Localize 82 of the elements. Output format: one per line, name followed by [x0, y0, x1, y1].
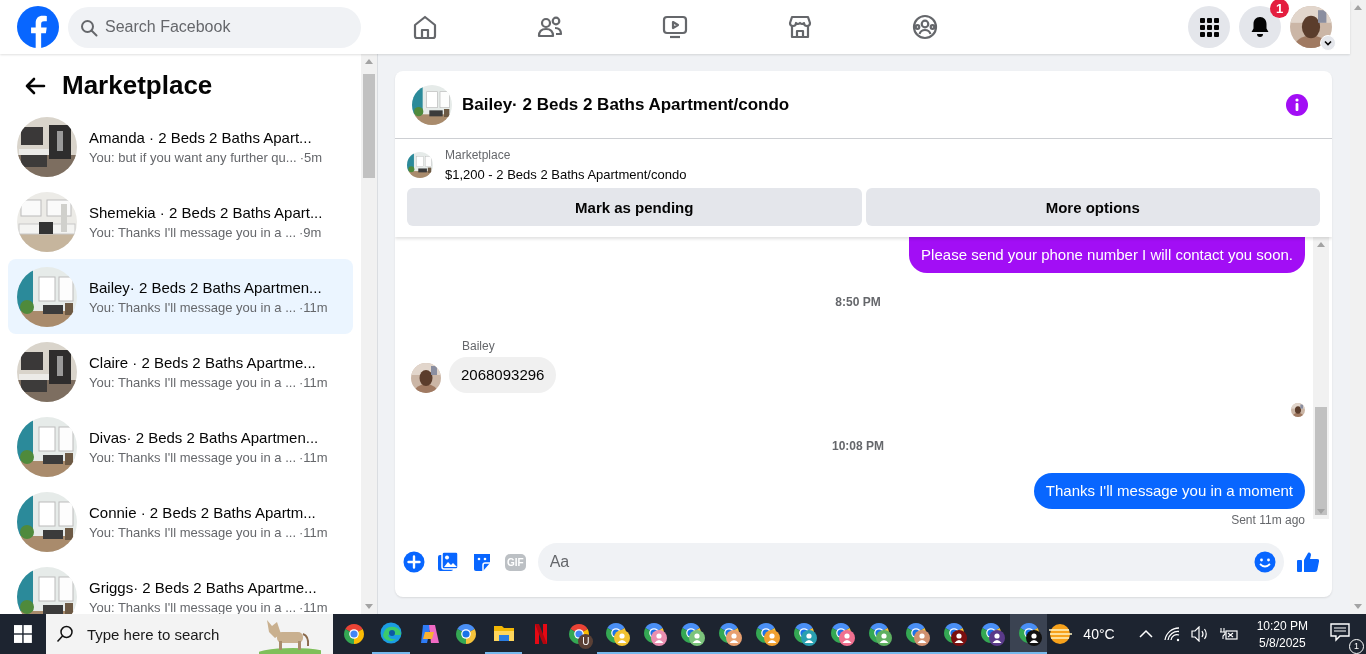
conversation-item[interactable]: Connie · 2 Beds 2 Baths Apartm... You: Thanks I'll message you in a ... ·11m [8, 484, 353, 559]
clock-time: 10:20 PM [1256, 618, 1308, 633]
conversation-title: Griggs· 2 Beds 2 Baths Apartme... [89, 578, 318, 596]
groups-icon [910, 13, 939, 41]
conversation-title: Amanda · 2 Beds 2 Baths Apart... [89, 128, 313, 146]
thumbs-up-icon[interactable] [1296, 550, 1320, 574]
message-preview: You: Thanks I'll message you in a ... [89, 524, 296, 540]
sender-name: Bailey [462, 339, 496, 353]
taskbar-app[interactable] [1009, 614, 1048, 654]
message-time: ·11m [299, 599, 328, 614]
conversation-title: Divas· 2 Beds 2 Baths Apartmen... [89, 428, 320, 446]
scrollbar[interactable] [1313, 237, 1329, 519]
sticker-icon[interactable] [471, 551, 493, 573]
bell-icon [1250, 16, 1270, 38]
chevron-up-icon[interactable] [1138, 629, 1153, 639]
listing-source: Marketplace [445, 148, 512, 162]
conversation-title: Bailey· 2 Beds 2 Baths Apartmen... [89, 278, 323, 296]
conversation-item[interactable]: Divas· 2 Beds 2 Baths Apartmen... You: Thanks I'll message you in a ... ·11m [8, 409, 353, 484]
message-time: ·11m [299, 299, 328, 315]
message-preview: You: Thanks I'll message you in a ... [89, 374, 296, 390]
notifications-icon[interactable] [1330, 622, 1350, 642]
message-time: ·11m [299, 374, 328, 390]
message-input[interactable]: Aa [537, 543, 1284, 581]
notifications-button[interactable] [1239, 6, 1281, 48]
conversation-title: Claire · 2 Beds 2 Baths Apartme... [89, 353, 317, 371]
windows-start-icon[interactable] [14, 625, 32, 643]
chrome-icon [341, 622, 366, 646]
clock-date: 5/8/2025 [1258, 635, 1306, 650]
delivery-status: Sent 11m ago [1230, 513, 1305, 527]
back-arrow-icon[interactable] [24, 75, 46, 96]
notification-count: 1 [1349, 639, 1364, 654]
grid-menu-icon [1199, 17, 1219, 37]
timestamp: 10:08 PM [831, 439, 885, 453]
menu-button[interactable] [1188, 6, 1230, 48]
wifi-icon[interactable] [1162, 626, 1181, 642]
weather-icon[interactable] [1047, 622, 1074, 646]
edge-icon [379, 621, 404, 645]
received-message: 2068093296 [449, 357, 557, 393]
timestamp: 8:50 PM [834, 295, 882, 309]
action-button[interactable]: More options [865, 188, 1320, 226]
search-icon [80, 18, 98, 37]
search-icon [55, 625, 74, 643]
sent-message: Thanks I'll message you in a moment [1033, 473, 1305, 509]
battery-icon[interactable] [1218, 626, 1239, 642]
taskbar-search-field[interactable]: Type here to search [45, 614, 333, 654]
action-button[interactable]: Mark as pending [407, 188, 862, 226]
profile-badge: U [578, 634, 594, 649]
message-time: ·5m [299, 149, 323, 165]
message-preview: You: but if you want any further qu... [89, 149, 297, 165]
conversation-title: Shemekia · 2 Beds 2 Baths Apart... [89, 203, 323, 221]
message-preview: You: Thanks I'll message you in a ... [89, 599, 296, 614]
emoji-icon[interactable] [1254, 551, 1276, 573]
volume-icon[interactable] [1190, 626, 1209, 642]
scrollbar[interactable] [361, 54, 377, 614]
photo-icon[interactable] [437, 551, 459, 573]
notification-badge: 1 [1270, 0, 1289, 18]
video-icon [660, 13, 689, 41]
search-field[interactable]: Search Facebook [68, 6, 361, 48]
message-preview: You: Thanks I'll message you in a ... [89, 299, 296, 315]
message-time: ·11m [299, 449, 328, 465]
chrome-icon [454, 622, 479, 646]
donkey-drawing [258, 618, 321, 654]
chat-title: Bailey· 2 Beds 2 Baths Apartment/condo [462, 94, 791, 115]
message-preview: You: Thanks I'll message you in a ... [89, 224, 296, 240]
facebook-logo[interactable] [17, 6, 59, 48]
panel-title: Marketplace [62, 70, 213, 101]
message-time: ·11m [299, 524, 328, 540]
conversation-item[interactable]: Amanda · 2 Beds 2 Baths Apart... You: but if you want any further qu... ·5m [8, 109, 353, 184]
message-time: ·9m [299, 224, 322, 240]
listing-summary: $1,200 - 2 Beds 2 Baths Apartment/condo [445, 167, 687, 182]
sent-message: Please send your phone number I will contact you soon. [909, 237, 1305, 273]
conversation-title: Connie · 2 Beds 2 Baths Apartm... [89, 503, 317, 521]
scrollbar[interactable] [1350, 0, 1366, 614]
caret-icon[interactable] [1320, 35, 1336, 51]
taskbar-app[interactable]: U [559, 614, 598, 654]
conversation-item[interactable]: Shemekia · 2 Beds 2 Baths Apart... You: Thanks I'll message you in a ... ·9m [8, 184, 353, 259]
conversation-item[interactable]: Claire · 2 Beds 2 Baths Apartme... You: Thanks I'll message you in a ... ·11m [8, 334, 353, 409]
temperature-text: 40°C [1083, 626, 1115, 642]
info-icon[interactable] [1286, 93, 1308, 116]
conversation-item[interactable]: Bailey· 2 Beds 2 Baths Apartmen... You: Thanks I'll message you in a ... ·11m [8, 259, 353, 334]
message-preview: You: Thanks I'll message you in a ... [89, 449, 296, 465]
add-icon[interactable] [403, 551, 425, 573]
